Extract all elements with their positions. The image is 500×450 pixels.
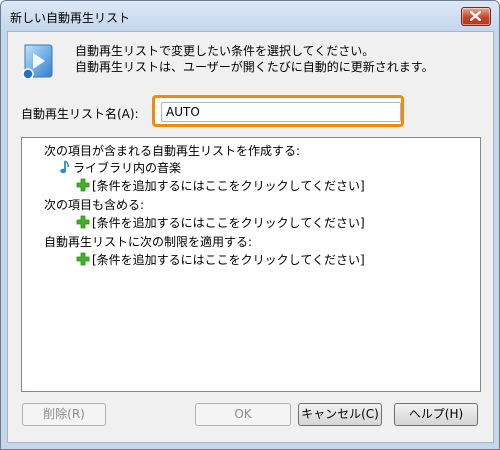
close-button[interactable] xyxy=(461,7,491,26)
help-button[interactable]: ヘルプ(H) xyxy=(394,403,478,426)
description-line-2: 自動再生リストは、ユーザーが開くたびに自動的に更新されます。 xyxy=(75,60,434,74)
dialog-body: 自動再生リストで変更したい条件を選択してください。 自動再生リストは、ユーザーが… xyxy=(7,31,494,443)
plus-icon xyxy=(76,215,90,232)
create-heading: 次の項目が含まれる自動再生リストを作成する: xyxy=(44,144,301,158)
add-condition-limit[interactable]: [条件を追加するにはここをクリックしてください] xyxy=(76,251,365,269)
add-condition-create[interactable]: [条件を追加するにはここをクリックしてください] xyxy=(76,177,365,195)
playlist-name-highlight xyxy=(152,95,404,127)
add-condition-create-label: [条件を追加するにはここをクリックしてください] xyxy=(92,179,365,193)
cancel-button[interactable]: キャンセル(C) xyxy=(298,403,382,426)
criteria-panel: 次の項目が含まれる自動再生リストを作成する: ライブラリ内の音楽 [条件を追加す… xyxy=(21,137,481,392)
add-condition-include[interactable]: [条件を追加するにはここをクリックしてください] xyxy=(76,214,365,232)
library-criterion[interactable]: ライブラリ内の音楽 xyxy=(60,159,181,177)
include-heading: 次の項目も含める: xyxy=(44,198,145,212)
description: 自動再生リストで変更したい条件を選択してください。 自動再生リストは、ユーザーが… xyxy=(75,43,434,75)
music-note-icon xyxy=(60,160,71,177)
playlist-name-input[interactable] xyxy=(161,102,401,122)
close-icon xyxy=(470,11,481,21)
plus-icon xyxy=(76,252,90,269)
delete-button[interactable]: 削除(R) xyxy=(22,403,106,426)
description-line-1: 自動再生リストで変更したい条件を選択してください。 xyxy=(75,44,375,58)
library-criterion-label: ライブラリ内の音楽 xyxy=(73,161,182,175)
window-title: 新しい自動再生リスト xyxy=(10,11,131,25)
plus-icon xyxy=(76,178,90,195)
add-condition-include-label: [条件を追加するにはここをクリックしてください] xyxy=(92,216,365,230)
limit-heading: 自動再生リストに次の制限を適用する: xyxy=(44,235,253,249)
title-bar: 新しい自動再生リスト xyxy=(1,1,499,31)
playlist-name-label: 自動再生リスト名(A): xyxy=(21,107,139,121)
ok-button[interactable]: OK xyxy=(195,403,291,426)
add-condition-limit-label: [条件を追加するにはここをクリックしてください] xyxy=(92,253,365,267)
media-player-icon xyxy=(22,43,56,82)
dialog-window: 新しい自動再生リスト 自動再生リストで変更したい条件を選択してください。 自動再… xyxy=(0,0,500,450)
